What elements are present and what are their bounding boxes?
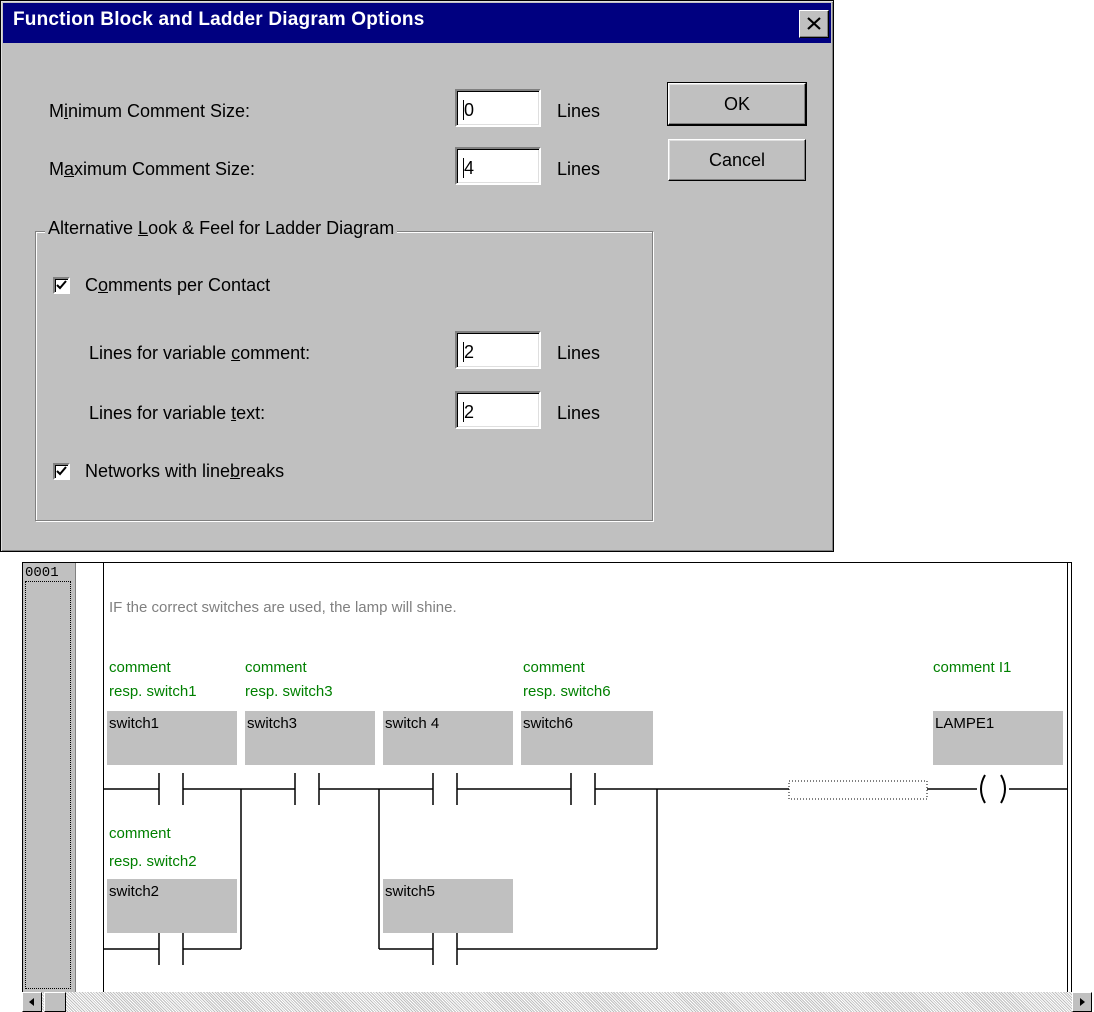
min-comment-label: Minimum Comment Size: [49,101,251,121]
min-comment-input[interactable]: 0 [455,89,541,127]
linebreaks-checkbox[interactable] [53,463,70,480]
scroll-thumb[interactable] [44,992,66,1012]
var-text-unit: Lines [557,403,601,423]
max-comment-unit: Lines [557,159,601,179]
dialog-title: Function Block and Ladder Diagram Option… [13,9,425,30]
checkmark-icon [56,466,67,476]
max-comment-label: Maximum Comment Size: [49,159,256,179]
scroll-right-button[interactable] [1072,992,1092,1012]
arrow-right-icon [1080,998,1085,1006]
close-icon [807,17,821,30]
comments-per-contact-checkbox[interactable] [53,277,70,294]
close-button[interactable] [799,10,829,38]
var-text-label: Lines for variable text: [89,403,266,423]
max-comment-input[interactable]: 4 [455,147,541,185]
var-comment-input[interactable]: 2 [455,331,541,369]
scroll-left-button[interactable] [22,992,42,1012]
min-comment-unit: Lines [557,101,601,121]
var-comment-label: Lines for variable comment: [89,343,311,363]
group-legend: Alternative Look & Feel for Ladder Diagr… [45,218,398,239]
horizontal-scrollbar[interactable] [22,992,1092,1012]
var-comment-unit: Lines [557,343,601,363]
options-dialog: Function Block and Ladder Diagram Option… [0,0,834,552]
dialog-titlebar[interactable]: Function Block and Ladder Diagram Option… [3,3,831,43]
var-text-input[interactable]: 2 [455,391,541,429]
checkmark-icon [56,280,67,290]
ladder-network-graphics [104,773,1067,965]
coil-symbol [1000,774,1006,804]
linebreaks-label: Networks with linebreaks [85,461,285,481]
comments-per-contact-label: Comments per Contact [85,275,271,295]
ladder-editor: 0001 IF the correct switches are used, t… [22,562,1072,994]
cancel-button[interactable]: Cancel [668,139,806,181]
insertion-placeholder [788,780,928,800]
coil-symbol [980,774,986,804]
arrow-left-icon [29,998,34,1006]
ok-button[interactable]: OK [667,82,807,126]
